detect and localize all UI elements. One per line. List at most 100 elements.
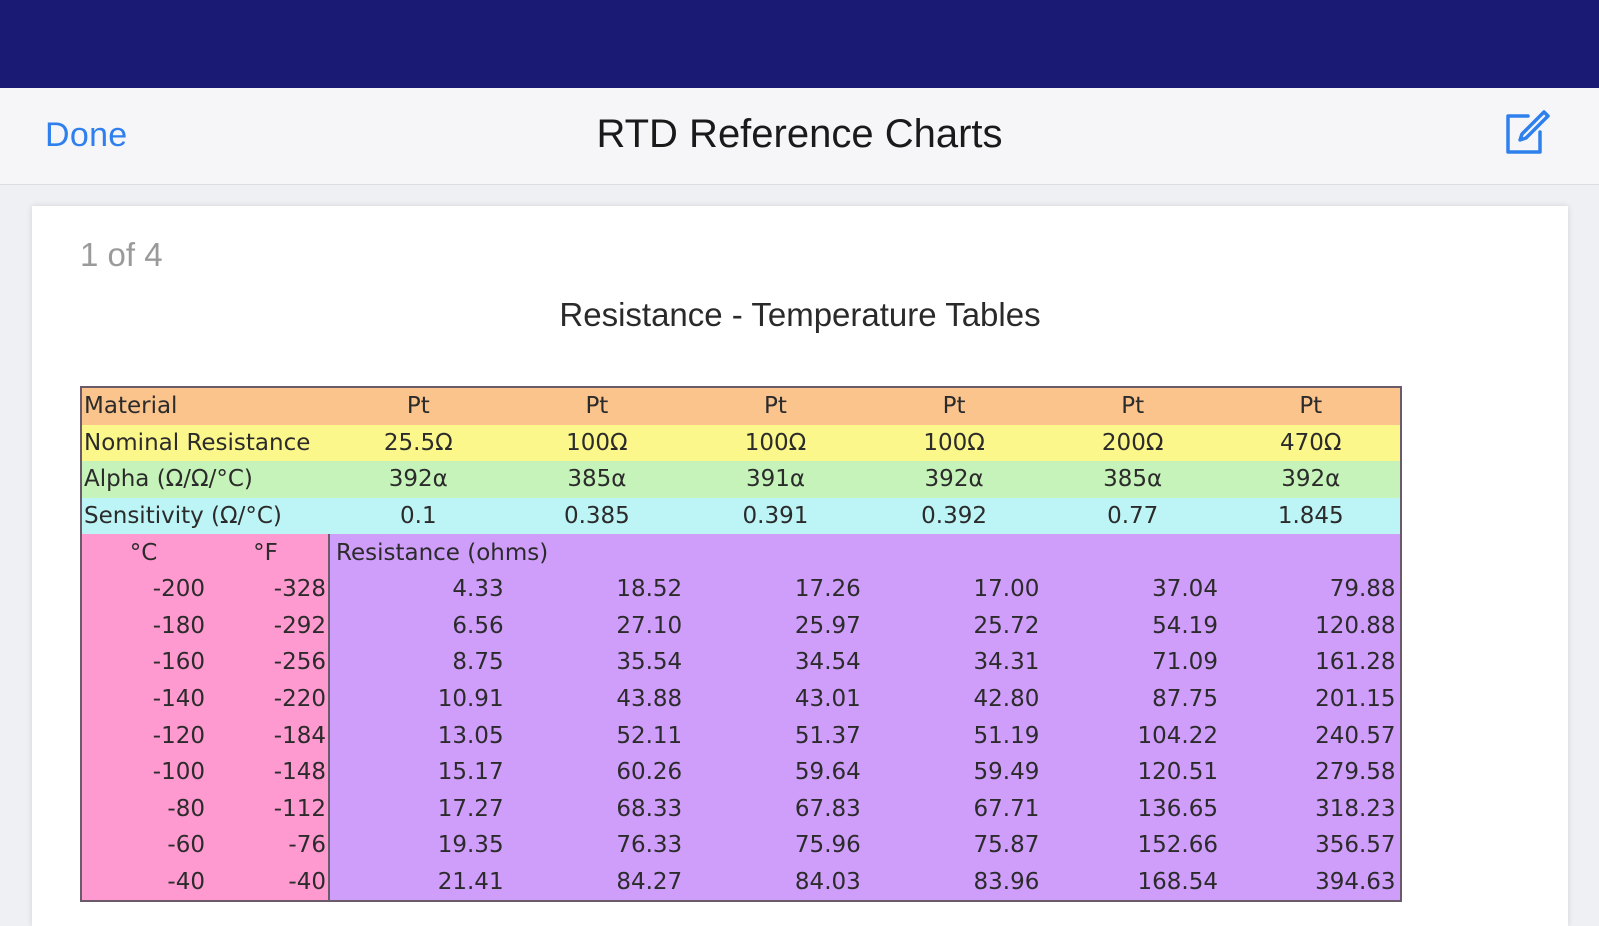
resistance-value: 37.04 [1043, 570, 1222, 608]
status-bar [0, 0, 1599, 88]
resistance-value: 59.49 [864, 753, 1044, 791]
celsius-header: °C [129, 539, 158, 566]
nominal-resistance-value: 200Ω [1043, 424, 1222, 462]
temperature-cell: -160 -256 [81, 644, 330, 681]
material-value: Pt [864, 387, 1044, 425]
resistance-value: 136.65 [1043, 790, 1222, 828]
resistance-value: 8.75 [329, 644, 508, 681]
resistance-value: 152.66 [1043, 827, 1222, 864]
resistance-value: 21.41 [329, 863, 508, 902]
temperature-cell: -40 -40 [81, 863, 330, 902]
table-row: -200 -328 4.33 18.52 17.26 17.00 37.04 79.88 [81, 570, 1401, 608]
nominal-resistance-value: 100Ω [686, 424, 865, 462]
sensitivity-value: 0.77 [1043, 497, 1222, 535]
resistance-value: 52.11 [507, 717, 687, 754]
resistance-value: 120.88 [1221, 607, 1401, 645]
fahrenheit-value: -220 [273, 686, 326, 713]
resistance-value: 240.57 [1221, 717, 1401, 754]
nominal-resistance-label: Nominal Resistance [81, 424, 329, 462]
temperature-header-row: °C °F Resistance (ohms) [81, 534, 1401, 571]
resistance-value: 51.37 [686, 717, 865, 754]
table-row: -100 -148 15.17 60.26 59.64 59.49 120.51 279.58 [81, 753, 1401, 791]
resistance-value: 60.26 [507, 753, 687, 791]
resistance-value: 120.51 [1043, 753, 1222, 791]
sensitivity-value: 0.391 [686, 497, 865, 535]
resistance-value: 67.83 [686, 790, 865, 828]
resistance-value: 76.33 [507, 827, 687, 864]
material-value: Pt [1221, 387, 1401, 425]
material-value: Pt [507, 387, 687, 425]
material-value: Pt [686, 387, 865, 425]
resistance-value: 13.05 [329, 717, 508, 754]
nominal-resistance-row: Nominal Resistance 25.5Ω 100Ω 100Ω 100Ω … [81, 424, 1401, 462]
nominal-resistance-value: 470Ω [1221, 424, 1401, 462]
fahrenheit-value: -112 [273, 795, 326, 822]
resistance-value: 394.63 [1221, 863, 1401, 902]
sensitivity-value: 0.392 [864, 497, 1044, 535]
resistance-value: 67.71 [864, 790, 1044, 828]
resistance-value: 279.58 [1221, 753, 1401, 791]
table-row: -160 -256 8.75 35.54 34.54 34.31 71.09 161.28 [81, 644, 1401, 681]
fahrenheit-value: -40 [288, 869, 326, 896]
alpha-value: 385α [1043, 461, 1222, 498]
table-row: -120 -184 13.05 52.11 51.37 51.19 104.22 240.57 [81, 717, 1401, 754]
document-title: Resistance - Temperature Tables [559, 296, 1041, 333]
alpha-value: 392α [1221, 461, 1401, 498]
resistance-value: 42.80 [864, 680, 1044, 718]
resistance-value: 43.88 [507, 680, 687, 718]
nominal-resistance-value: 100Ω [507, 424, 687, 462]
alpha-value: 385α [507, 461, 687, 498]
resistance-value: 6.56 [329, 607, 508, 645]
table-row: -140 -220 10.91 43.88 43.01 42.80 87.75 201.15 [81, 680, 1401, 718]
resistance-value: 18.52 [507, 570, 687, 608]
resistance-value: 43.01 [686, 680, 865, 718]
resistance-value: 168.54 [1043, 863, 1222, 902]
resistance-value: 318.23 [1221, 790, 1401, 828]
resistance-value: 17.26 [686, 570, 865, 608]
celsius-value: -40 [167, 869, 205, 896]
temperature-cell: -80 -112 [81, 790, 330, 828]
resistance-value: 161.28 [1221, 644, 1401, 681]
resistance-value: 54.19 [1043, 607, 1222, 645]
resistance-value: 10.91 [329, 680, 508, 718]
resistance-value: 35.54 [507, 644, 687, 681]
resistance-value: 71.09 [1043, 644, 1222, 681]
material-label: Material [81, 387, 329, 425]
resistance-value: 17.00 [864, 570, 1044, 608]
fahrenheit-value: -148 [273, 759, 326, 786]
alpha-label: Alpha (Ω/Ω/°C) [81, 461, 329, 498]
table-row: -80 -112 17.27 68.33 67.83 67.71 136.65 318.23 [81, 790, 1401, 828]
resistance-value: 84.03 [686, 863, 865, 902]
fahrenheit-value: -256 [273, 649, 326, 676]
fahrenheit-value: -76 [288, 832, 326, 859]
resistance-value: 25.97 [686, 607, 865, 645]
celsius-value: -180 [152, 612, 205, 639]
resistance-value: 4.33 [329, 570, 508, 608]
table-row: -180 -292 6.56 27.10 25.97 25.72 54.19 120.88 [81, 607, 1401, 645]
resistance-header: Resistance (ohms) [329, 534, 1401, 571]
page-title: RTD Reference Charts [596, 112, 1003, 156]
celsius-value: -100 [152, 759, 205, 786]
page-counter: 1 of 4 [80, 236, 163, 273]
fahrenheit-value: -184 [273, 722, 326, 749]
temperature-cell: -120 -184 [81, 717, 330, 754]
fahrenheit-value: -292 [273, 612, 326, 639]
alpha-row: Alpha (Ω/Ω/°C) 392α 385α 391α 392α 385α … [81, 461, 1401, 498]
resistance-value: 27.10 [507, 607, 687, 645]
celsius-value: -160 [152, 649, 205, 676]
temperature-cell: -60 -76 [81, 827, 330, 864]
resistance-temperature-table: Material Pt Pt Pt Pt Pt Pt Nominal Resis… [80, 386, 1402, 903]
celsius-value: -140 [152, 686, 205, 713]
celsius-value: -60 [167, 832, 205, 859]
table-row: -60 -76 19.35 76.33 75.96 75.87 152.66 356.57 [81, 827, 1401, 864]
temperature-cell: -200 -328 [81, 570, 330, 608]
compose-icon[interactable] [1500, 108, 1552, 160]
resistance-value: 34.31 [864, 644, 1044, 681]
temperature-cell: -180 -292 [81, 607, 330, 645]
celsius-value: -80 [167, 795, 205, 822]
resistance-value: 356.57 [1221, 827, 1401, 864]
nominal-resistance-value: 25.5Ω [329, 424, 508, 462]
document-page[interactable]: 1 of 4 Resistance - Temperature Tables M… [32, 206, 1568, 926]
navigation-bar: Done RTD Reference Charts [0, 88, 1599, 185]
resistance-value: 79.88 [1221, 570, 1401, 608]
